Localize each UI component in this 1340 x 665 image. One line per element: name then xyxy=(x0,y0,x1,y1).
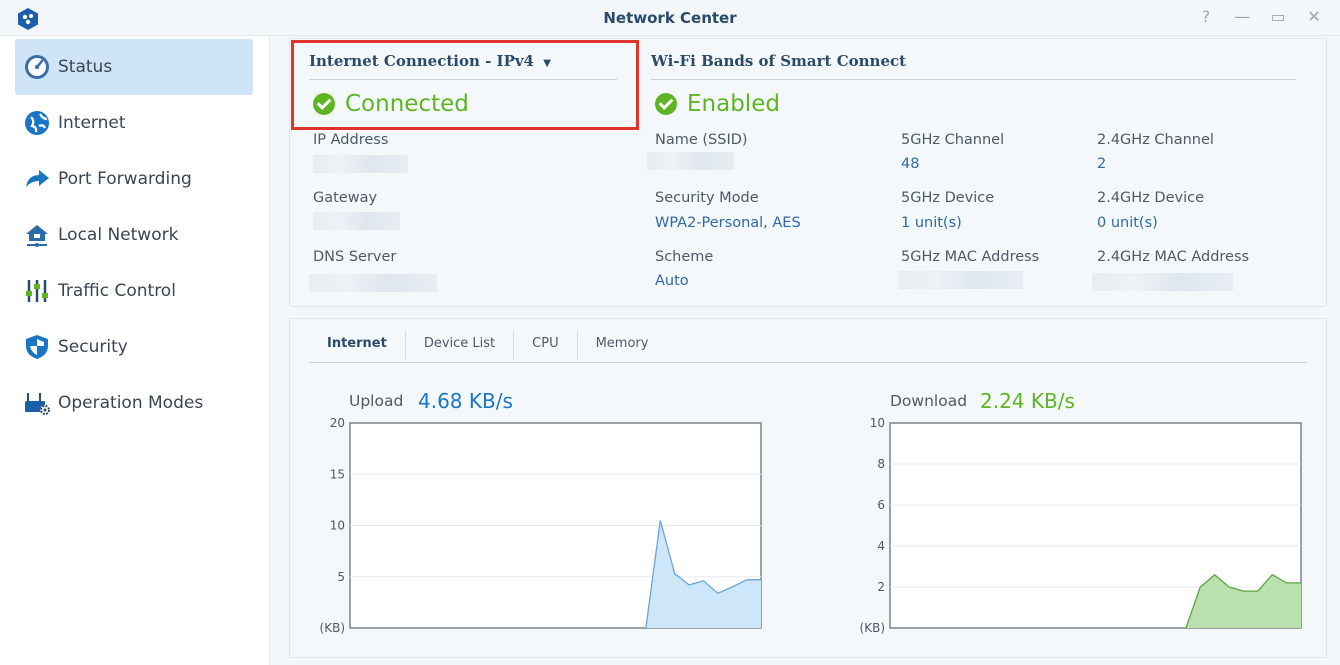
router-gear-icon xyxy=(25,393,50,415)
y-tick-label: 5 xyxy=(337,570,345,584)
y-tick-label: 20 xyxy=(330,416,345,430)
tab-device-list[interactable]: Device List xyxy=(406,330,515,360)
title-bar: Network Center ? — ▭ ✕ xyxy=(0,0,1340,36)
ip-address-value-redacted xyxy=(313,155,408,173)
y-tick-label: 6 xyxy=(877,498,885,512)
y-tick-label: 8 xyxy=(877,457,885,471)
divider xyxy=(651,79,1296,80)
sidebar-item-port-forwarding[interactable]: Port Forwarding xyxy=(15,151,253,207)
24ghz-channel-label: 2.4GHz Channel xyxy=(1097,132,1214,148)
upload-label: Upload xyxy=(349,392,404,410)
security-mode-label: Security Mode xyxy=(655,190,759,206)
close-icon[interactable]: ✕ xyxy=(1306,8,1322,26)
y-tick-label: 15 xyxy=(330,467,345,481)
5ghz-channel-label: 5GHz Channel xyxy=(901,132,1005,148)
check-circle-icon xyxy=(655,93,677,115)
y-tick-label: 2 xyxy=(877,580,885,594)
5ghz-device-label: 5GHz Device xyxy=(901,190,995,206)
upload-chart: 5 10 15 20 (KB) xyxy=(320,416,762,635)
5ghz-mac-label: 5GHz MAC Address xyxy=(901,249,1040,265)
wifi-status-text: Enabled xyxy=(687,91,780,117)
wifi-status: Enabled xyxy=(655,91,780,117)
sidebar: Status Internet Port Forwarding Local Ne… xyxy=(0,36,270,665)
24ghz-device-label: 2.4GHz Device xyxy=(1097,190,1205,206)
5ghz-device-value: 1 unit(s) xyxy=(901,215,962,231)
sliders-icon xyxy=(26,280,48,302)
sidebar-item-security[interactable]: Security xyxy=(15,319,253,375)
sidebar-item-label: Status xyxy=(58,57,113,77)
ssid-label: Name (SSID) xyxy=(655,132,748,148)
highlight-box xyxy=(291,40,639,130)
forward-arrow-icon xyxy=(26,170,49,187)
sidebar-item-internet[interactable]: Internet xyxy=(15,95,253,151)
maximize-icon[interactable]: ▭ xyxy=(1270,8,1286,26)
tab-memory[interactable]: Memory xyxy=(578,330,667,360)
traffic-tabs: Internet Device List CPU Memory xyxy=(309,330,666,360)
sidebar-item-label: Port Forwarding xyxy=(58,169,192,189)
sidebar-item-label: Internet xyxy=(58,113,126,133)
sidebar-item-traffic-control[interactable]: Traffic Control xyxy=(15,263,253,319)
y-tick-label: 4 xyxy=(877,539,885,553)
sidebar-item-local-network[interactable]: Local Network xyxy=(15,207,253,263)
24ghz-device-value: 0 unit(s) xyxy=(1097,215,1158,231)
globe-icon xyxy=(25,111,49,135)
download-rate: 2.24 KB/s xyxy=(980,389,1075,413)
download-chart: 2 4 6 8 10 (KB) xyxy=(860,416,1302,635)
sidebar-item-label: Operation Modes xyxy=(58,393,204,413)
security-mode-value: WPA2-Personal, AES xyxy=(655,215,801,231)
home-network-icon xyxy=(26,225,48,247)
window-title: Network Center xyxy=(603,9,737,27)
scheme-value: Auto xyxy=(655,273,689,289)
wifi-bands-heading: Wi-Fi Bands of Smart Connect xyxy=(651,52,907,70)
tab-internet[interactable]: Internet xyxy=(309,330,406,360)
ssid-value-redacted xyxy=(647,152,734,170)
5ghz-channel-value: 48 xyxy=(901,156,920,172)
24ghz-channel-value: 2 xyxy=(1097,156,1107,172)
minimize-icon[interactable]: — xyxy=(1234,8,1250,26)
gateway-value-redacted xyxy=(313,212,400,230)
tabs-divider xyxy=(309,362,1307,363)
5ghz-mac-value-redacted xyxy=(899,271,1023,289)
y-tick-label: 10 xyxy=(870,416,885,430)
y-unit-label: (KB) xyxy=(860,621,885,635)
tab-cpu[interactable]: CPU xyxy=(514,330,578,360)
dns-server-label: DNS Server xyxy=(313,249,397,265)
sidebar-item-operation-modes[interactable]: Operation Modes xyxy=(15,375,253,431)
ip-address-label: IP Address xyxy=(313,132,389,148)
upload-rate: 4.68 KB/s xyxy=(418,389,513,413)
download-label: Download xyxy=(890,392,968,410)
sidebar-item-label: Security xyxy=(58,337,128,357)
24ghz-mac-label: 2.4GHz MAC Address xyxy=(1097,249,1250,265)
y-unit-label: (KB) xyxy=(320,621,345,635)
sidebar-item-label: Local Network xyxy=(58,225,179,245)
y-tick-label: 10 xyxy=(330,519,345,533)
sidebar-item-status[interactable]: Status xyxy=(15,39,253,95)
sidebar-item-label: Traffic Control xyxy=(58,281,176,301)
24ghz-mac-value-redacted xyxy=(1092,273,1233,291)
scheme-label: Scheme xyxy=(655,249,714,265)
dns-server-value-redacted xyxy=(309,274,437,292)
help-icon[interactable]: ? xyxy=(1198,8,1214,26)
speedometer-icon xyxy=(25,55,49,79)
shield-icon xyxy=(26,335,48,359)
gateway-label: Gateway xyxy=(313,190,378,206)
